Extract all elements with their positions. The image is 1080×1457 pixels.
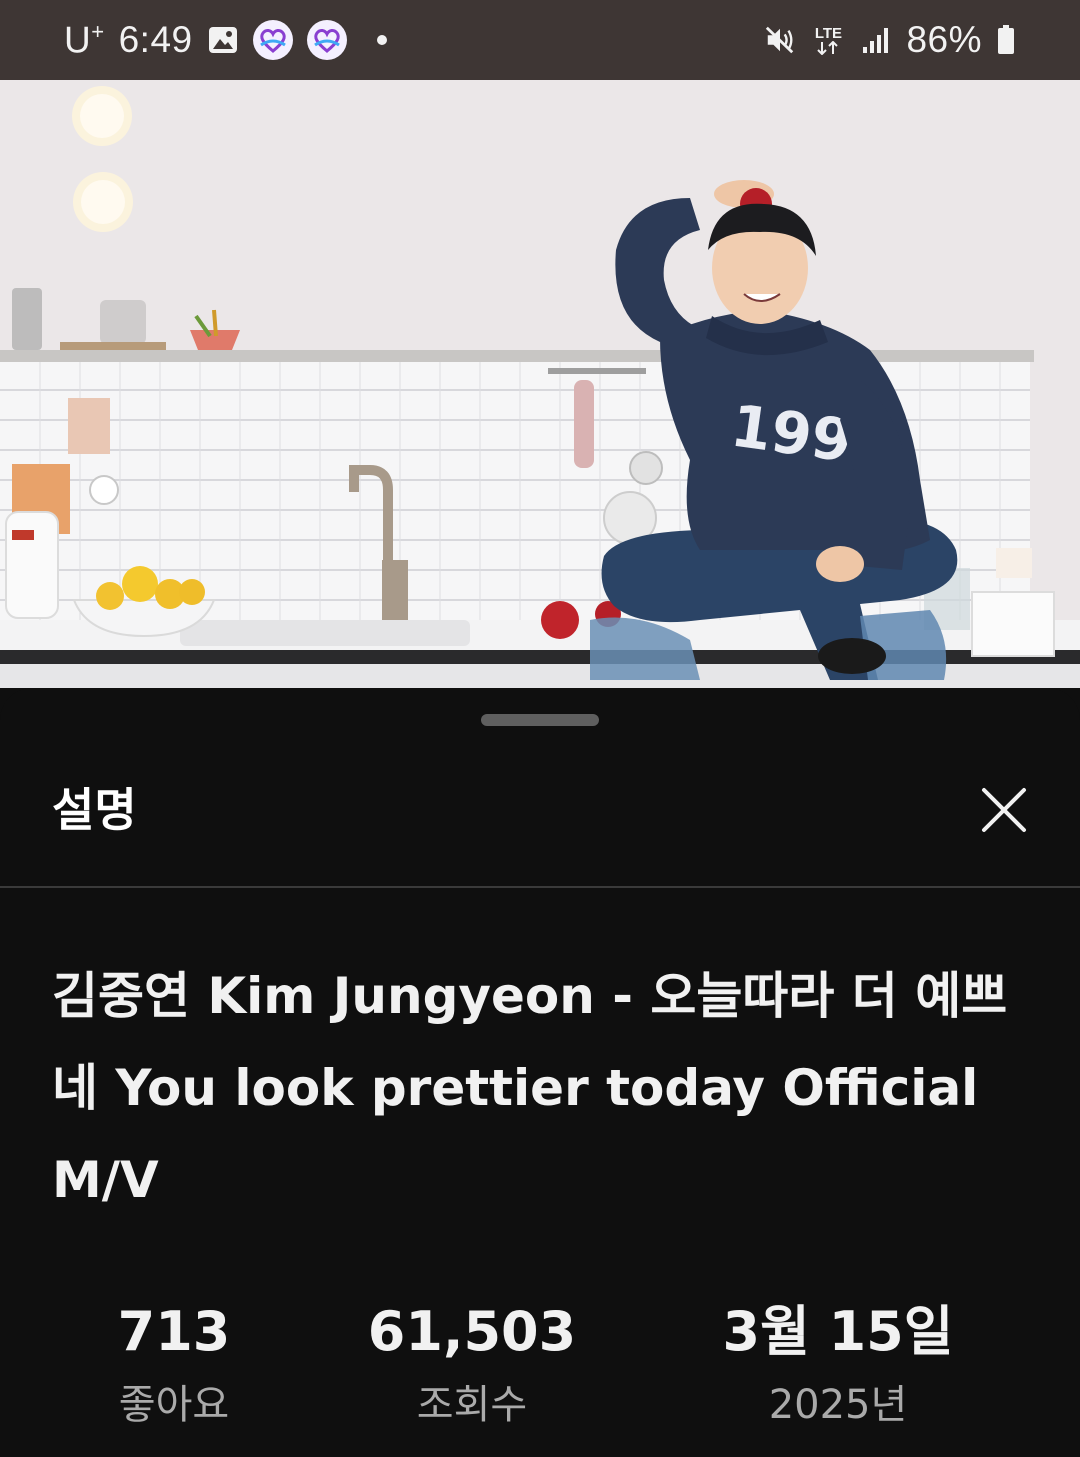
- mute-icon: [764, 24, 796, 56]
- upload-date-stat: 3월 15일 2025년: [688, 1292, 988, 1438]
- battery-percent: 86%: [906, 19, 982, 60]
- sheet-header: 설명: [0, 758, 1080, 886]
- views-count: 61,503: [367, 1300, 577, 1363]
- gallery-icon: [207, 24, 239, 56]
- app-heart-icon: [306, 19, 347, 60]
- signal-icon: [860, 24, 892, 56]
- close-button[interactable]: [970, 776, 1038, 844]
- likes-stat: 713 좋아요: [74, 1292, 274, 1438]
- clock: 6:49: [118, 18, 193, 60]
- video-frame-image: 1992: [0, 80, 1080, 688]
- lte-icon: LTE: [810, 24, 846, 56]
- video-title: 김중연 Kim Jungyeon - 오늘따라 더 예쁘네 You look p…: [52, 967, 1008, 1209]
- video-stats: 713 좋아요 61,503 조회수 3월 15일 2025년: [0, 1292, 1080, 1442]
- description-sheet: 설명 김중연 Kim Jungyeon - 오늘따라 더 예쁘네 You loo…: [0, 688, 1080, 1457]
- drag-handle[interactable]: [481, 714, 599, 726]
- views-label: 조회수: [416, 1382, 528, 1428]
- notification-dot-icon: [376, 34, 387, 45]
- close-icon: [982, 788, 1026, 832]
- app-heart-icon: [252, 19, 293, 60]
- likes-count: 713: [117, 1300, 231, 1363]
- upload-date: 3월 15일: [722, 1300, 954, 1363]
- divider: [0, 886, 1080, 888]
- carrier-label: U+: [64, 18, 105, 61]
- status-bar-right: LTE 86%: [764, 19, 1016, 61]
- video-player[interactable]: 1992: [0, 80, 1080, 688]
- upload-year: 2025년: [768, 1382, 908, 1428]
- likes-label: 좋아요: [118, 1382, 230, 1428]
- status-bar: U+ 6:49 LTE 86%: [0, 0, 1080, 80]
- battery-icon: [996, 24, 1016, 56]
- status-bar-left: U+ 6:49: [64, 19, 387, 61]
- sheet-title: 설명: [52, 783, 137, 837]
- views-stat: 61,503 조회수: [342, 1292, 602, 1438]
